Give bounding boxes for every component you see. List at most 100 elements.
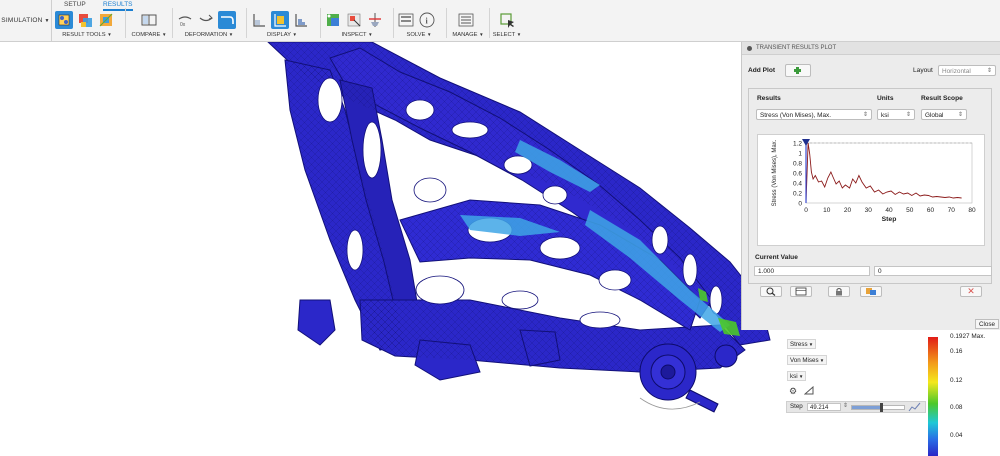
criterion-value: Von Mises (790, 357, 819, 364)
layout-select[interactable]: Horizontal ⇕ (938, 65, 996, 76)
panel-grip-icon[interactable] (747, 45, 752, 51)
chevron-updown-icon: ⇕ (862, 112, 868, 118)
current-value-field[interactable]: 1.000 (754, 266, 870, 276)
chevron-down-icon[interactable]: ▼ (162, 32, 166, 37)
animate-results-icon[interactable] (97, 11, 115, 29)
chevron-down-icon[interactable]: ▼ (517, 32, 521, 37)
step-input[interactable]: 49.214 (807, 403, 841, 411)
stepper-icon[interactable]: ⇕ (843, 402, 848, 409)
y-tick-label: 0.6 (793, 171, 802, 178)
close-x-icon: ✕ (967, 286, 975, 296)
adjust-icon[interactable] (803, 385, 814, 397)
chevron-down-icon[interactable]: ▼ (293, 32, 297, 37)
chevron-updown-icon: ⇕ (905, 112, 911, 118)
table-icon (795, 287, 807, 296)
result-type-dropdown[interactable]: Stress ▼ (787, 339, 817, 349)
export-icon (866, 288, 876, 295)
deformation-adjusted-icon[interactable] (197, 11, 215, 29)
chevron-down-icon[interactable]: ▼ (368, 32, 372, 37)
chevron-updown-icon: ⇕ (957, 112, 963, 118)
units-header: Units (877, 95, 894, 102)
add-plot-button[interactable] (785, 64, 811, 77)
delete-plot-button[interactable]: ✕ (960, 286, 982, 297)
x-tick-label: 30 (865, 207, 873, 214)
group-label-display: DISPLAY (266, 32, 291, 38)
group-solve: i SOLVE ▼ (397, 9, 441, 39)
surface-probe-icon[interactable] (345, 11, 363, 29)
probe-icon[interactable] (324, 11, 342, 29)
current-value-label: Current Value (755, 254, 798, 261)
stress-legend-bar (928, 337, 938, 456)
x-tick-label: 20 (844, 207, 852, 214)
y-tick-label: 1 (798, 151, 802, 158)
units-select[interactable]: ksi ⇕ (877, 109, 915, 120)
display-surface-icon[interactable] (292, 11, 310, 29)
close-button-label: Close (978, 321, 996, 328)
manage-settings-icon[interactable] (457, 11, 475, 29)
chevron-down-icon[interactable]: ▼ (107, 32, 111, 37)
deformation-actual-icon[interactable] (218, 11, 236, 29)
legend-tick: 0.08 (950, 404, 963, 411)
chevron-down-icon[interactable]: ▼ (427, 32, 431, 37)
chevron-down-icon[interactable]: ▼ (479, 32, 483, 37)
group-label-select: SELECT (492, 32, 516, 38)
layout-select-value: Horizontal (942, 68, 971, 75)
step-input-value: 49.214 (810, 405, 829, 411)
lock-button[interactable] (828, 286, 850, 297)
divider (172, 8, 173, 38)
scope-select[interactable]: Global ⇕ (921, 109, 967, 120)
chevron-down-icon: ▼ (797, 374, 804, 379)
zoom-button[interactable] (760, 286, 782, 297)
compare-icon[interactable] (140, 11, 158, 29)
units-select-value: ksi (881, 112, 889, 119)
close-button[interactable]: Close (975, 319, 999, 329)
step-slider[interactable] (851, 403, 905, 412)
result-colors-icon[interactable] (76, 11, 94, 29)
chevron-down-icon: ▼ (807, 342, 814, 347)
plot-graph-icon[interactable] (908, 401, 922, 412)
panel-header[interactable]: TRANSIENT RESULTS PLOT (742, 42, 1000, 55)
svg-text:0x: 0x (180, 22, 186, 28)
results-select-value: Stress (Von Mises), Max. (760, 112, 832, 119)
ribbon-toolbar: SIMULATION ▼ SETUP RESULTS RESULT TOOLS … (0, 0, 1000, 42)
x-axis-label: Step (882, 216, 897, 223)
x-tick-label: 50 (906, 207, 914, 214)
chevron-down-icon[interactable]: ▼ (229, 32, 233, 37)
info-icon[interactable]: i (418, 11, 436, 29)
divider (489, 8, 490, 38)
units-value: ksi (790, 373, 798, 380)
step-slider-thumb[interactable] (880, 403, 883, 412)
display-max-icon[interactable] (271, 11, 289, 29)
deformation-scale-icon[interactable]: 0x (176, 11, 194, 29)
table-button[interactable] (790, 286, 812, 297)
workspace-switcher[interactable]: SIMULATION ▼ (0, 0, 52, 41)
results-select[interactable]: Stress (Von Mises), Max. ⇕ (756, 109, 872, 120)
divider (446, 8, 447, 38)
divider (125, 8, 126, 38)
group-deformation: 0x DEFORMATION ▼ (176, 9, 242, 39)
x-tick-label: 40 (885, 207, 893, 214)
solve-icon[interactable] (397, 11, 415, 29)
section-analysis-icon[interactable] (366, 11, 384, 29)
tab-setup[interactable]: SETUP (64, 1, 86, 8)
workspace-label: SIMULATION (1, 17, 43, 24)
units-dropdown[interactable]: ksi ▼ (787, 371, 807, 381)
criterion-dropdown[interactable]: Von Mises ▼ (787, 355, 828, 365)
export-button[interactable] (860, 286, 882, 297)
step-label: Step (790, 403, 803, 410)
current-step-field[interactable]: 0 (874, 266, 992, 276)
y-axis-label: Stress (Von Mises), Max. (772, 139, 778, 206)
result-tools-icon[interactable] (55, 11, 73, 29)
group-manage: MANAGE ▼ (450, 9, 486, 39)
transient-chart[interactable]: 0 0.2 0.4 0.6 0.8 1 1.2 0 10 20 30 40 50 60 70 80 Step St… (757, 134, 985, 246)
current-step-text: 0 (878, 268, 882, 275)
select-cursor-icon[interactable] (498, 11, 516, 29)
current-value-text: 1.000 (758, 268, 774, 275)
display-min-icon[interactable] (250, 11, 268, 29)
add-plot-icon (794, 67, 801, 74)
step-control: Step 49.214 ⇕ (786, 401, 926, 413)
layout-label: Layout (913, 67, 933, 74)
settings-gear-icon[interactable]: ⚙ (789, 386, 797, 397)
x-tick-label: 10 (823, 207, 831, 214)
x-tick-label: 0 (804, 207, 808, 214)
